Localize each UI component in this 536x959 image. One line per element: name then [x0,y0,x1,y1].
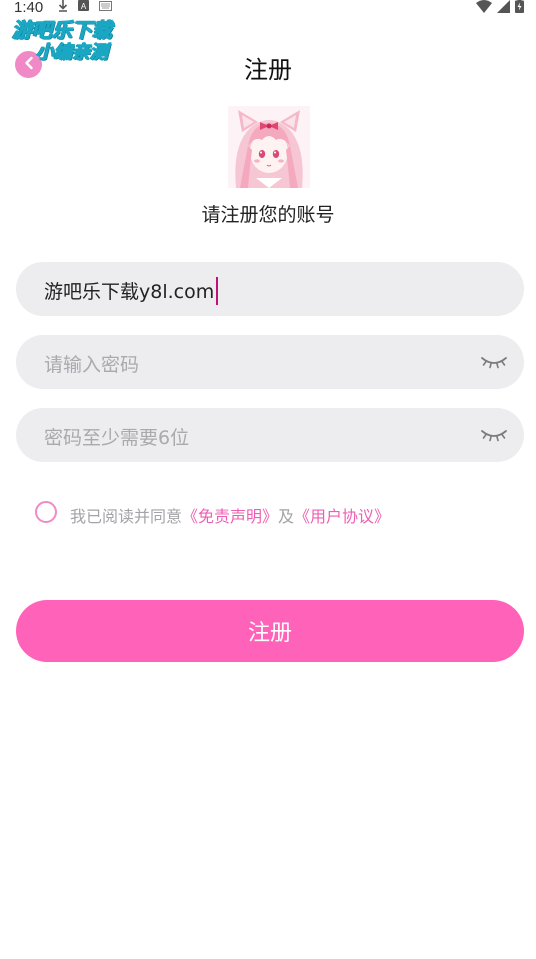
agreement-prefix: 我已阅读并同意 [70,507,183,526]
register-button[interactable]: 注册 [16,600,524,662]
agreement-checkbox[interactable] [35,501,57,523]
text-cursor [216,276,219,305]
password-placeholder: 请输入密码 [44,354,140,376]
disclaimer-link[interactable]: 《免责声明》 [182,507,278,526]
confirm-password-field[interactable]: 密码至少需要6位 [16,408,524,462]
agreement-text: 我已阅读并同意《免责声明》及《用户协议》 [70,503,390,527]
user-agreement-link[interactable]: 《用户协议》 [294,507,390,526]
agreement-conjunction: 及 [278,507,295,526]
watermark: 游吧乐下载 小编亲测 [8,8,148,66]
status-icons-right [476,0,524,14]
avatar [228,106,310,188]
confirm-password-placeholder: 密码至少需要6位 [44,427,190,449]
eye-closed-icon[interactable] [480,351,508,373]
signal-icon [497,0,510,17]
watermark-line2: 小编亲测 [36,42,109,64]
account-input-text[interactable]: 游吧乐下载y8l.com [44,276,219,305]
wifi-icon [476,0,492,17]
eye-closed-icon[interactable] [480,424,508,446]
account-value: 游吧乐下载y8l.com [44,281,215,303]
password-field[interactable]: 请输入密码 [16,335,524,389]
battery-icon [515,0,524,17]
account-field[interactable]: 游吧乐下载y8l.com [16,262,524,316]
subtitle: 请注册您的账号 [201,204,335,226]
